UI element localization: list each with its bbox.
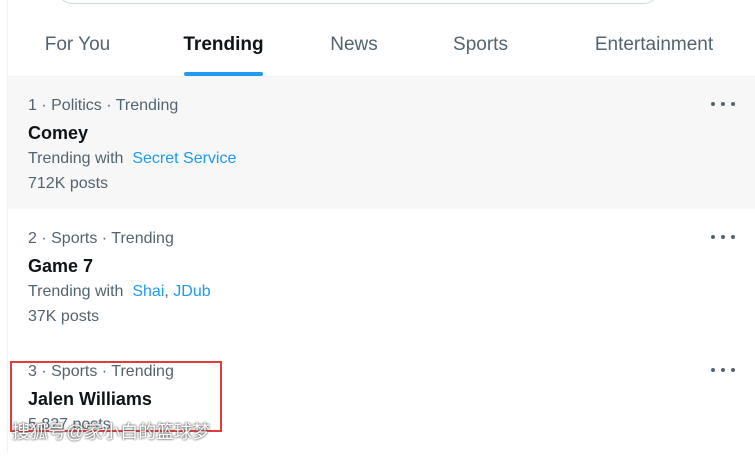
tab-label: For You — [44, 34, 111, 55]
tab-trending[interactable]: Trending — [147, 14, 300, 76]
trending-with: Trending with Secret Service — [28, 150, 236, 168]
tab-label: Entertainment — [594, 34, 714, 55]
watermark-text: 搜狐号@家小白的篮球梦 — [12, 422, 211, 442]
trend-item[interactable]: 1 · Politics · Trending Comey Trending w… — [8, 77, 755, 209]
explore-tabs: For You Trending News Sports Entertainme… — [8, 14, 755, 76]
more-icon[interactable] — [711, 361, 735, 379]
trend-link-shai[interactable]: Shai — [132, 283, 164, 300]
trend-meta: 1 · Politics · Trending — [28, 97, 179, 114]
tab-label: News — [330, 34, 378, 55]
tab-news[interactable]: News — [300, 14, 408, 76]
trend-item[interactable]: 2 · Sports · Trending Game 7 Trending wi… — [8, 210, 755, 342]
trend-link-secret-service[interactable]: Secret Service — [132, 150, 236, 167]
tab-entertainment[interactable]: Entertainment — [553, 14, 755, 76]
trending-with-prefix: Trending with — [28, 150, 124, 167]
tab-label: Trending — [183, 34, 264, 55]
tab-sports[interactable]: Sports — [408, 14, 553, 76]
trend-link-jdub[interactable]: JDub — [173, 283, 210, 300]
trending-with-prefix: Trending with — [28, 283, 124, 300]
tab-label: Sports — [453, 34, 508, 55]
trend-meta: 2 · Sports · Trending — [28, 230, 174, 247]
trend-item[interactable]: 3 · Sports · Trending Jalen Williams 5,8… — [8, 343, 755, 475]
tab-for-you[interactable]: For You — [8, 14, 147, 76]
trend-meta: 3 · Sports · Trending — [28, 363, 174, 380]
trend-title: Game 7 — [28, 256, 94, 276]
trend-post-count: 37K posts — [28, 308, 100, 325]
link-separator: , — [164, 283, 174, 300]
search-bar[interactable] — [58, 0, 658, 4]
more-icon[interactable] — [711, 95, 735, 113]
trend-post-count: 712K posts — [28, 175, 109, 192]
trend-title: Jalen Williams — [28, 389, 152, 409]
trend-title: Comey — [28, 123, 89, 143]
more-icon[interactable] — [711, 228, 735, 246]
trending-with: Trending with Shai, JDub — [28, 283, 211, 301]
